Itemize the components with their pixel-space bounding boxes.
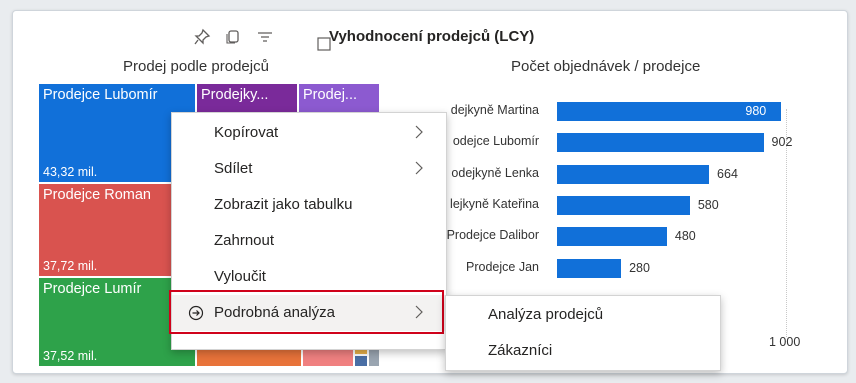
bar[interactable] [557,227,667,247]
menu-item-share[interactable]: Sdílet [172,151,446,187]
tile-label: Prodejce Roman [43,187,151,203]
menu-item-label: Zahrnout [214,232,275,249]
chevron-right-icon [415,125,423,139]
chevron-right-icon [415,161,423,175]
menu-item-label: Zobrazit jako tabulku [214,196,353,213]
treemap-title: Prodej podle prodejců [123,58,269,75]
tile-value: 43,32 mil. [43,165,98,179]
tile-label: Prodej... [303,87,357,103]
bar-chart-title: Počet objednávek / prodejce [511,58,701,75]
treemap-tile-small[interactable] [355,356,367,366]
bar-category-label: odejkyně Lenka [451,165,539,180]
bar-category-label: dejkyně Martina [450,103,539,117]
bar[interactable] [557,195,690,215]
tile-label: Prodejce Lubomír [43,87,158,103]
bar-data-label: 980 [745,104,767,118]
highlight-box [169,290,444,334]
submenu-item-sales-analysis[interactable]: Analýza prodejců [488,306,603,323]
bar-data-label: 280 [629,260,650,275]
bar-data-label: 580 [697,197,719,212]
drill-through-submenu: Analýza prodejců Zákazníci [445,295,721,371]
bar-data-label: 664 [717,166,738,181]
tile-value: 37,72 mil. [43,259,98,273]
tile-label: Prodejce Lumír [43,281,142,297]
bar[interactable] [557,164,710,184]
menu-item-label: Vyloučit [214,268,266,285]
tile-label: Prodejky... [201,87,269,103]
bar-data-label: 902 [771,135,793,150]
submenu-item-customers[interactable]: Zákazníci [488,342,552,359]
bar-category-label: lejkyně Kateřina [450,196,539,211]
pin-icon[interactable] [193,28,211,46]
visual-title: Vyhodnocení prodejců (LCY) [329,28,535,45]
bar-category-label: Prodejce Dalibor [446,228,539,243]
menu-item-show-as-table[interactable]: Zobrazit jako tabulku [172,187,446,223]
bar[interactable] [557,258,622,278]
tile-value: 37,52 mil. [43,349,98,363]
filter-icon[interactable] [256,28,274,46]
menu-item-label: Sdílet [214,160,253,177]
copy-visual-icon[interactable] [224,28,242,46]
bar-category-label: odejce Lubomír [452,134,539,149]
menu-item-label: Kopírovat [214,124,279,141]
menu-item-copy[interactable]: Kopírovat [172,115,446,151]
bar-category-label: Prodejce Jan [466,259,539,274]
bar-data-label: 480 [674,229,696,244]
x-axis-tick: 1 000 [769,335,801,349]
menu-item-include[interactable]: Zahrnout [172,223,446,259]
bar[interactable] [557,133,764,153]
